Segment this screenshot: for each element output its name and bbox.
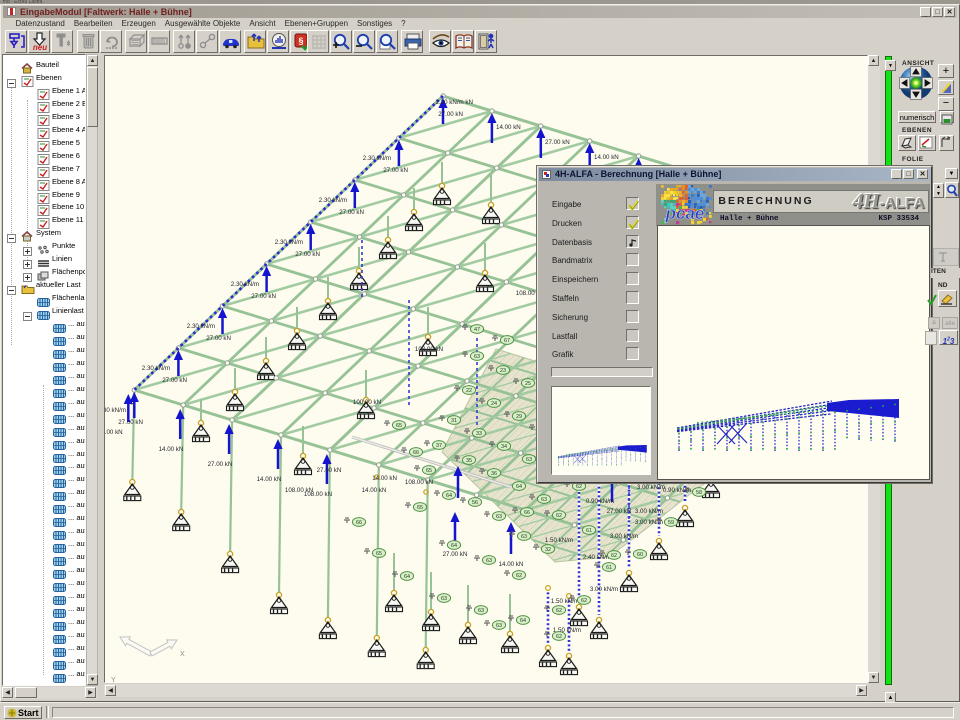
svg-text:31: 31 [451,418,457,424]
svg-text:27.00 kN: 27.00 kN [295,251,320,258]
svg-text:23: 23 [500,368,506,374]
svg-text:64: 64 [451,543,457,549]
svg-text:Y: Y [111,677,116,683]
svg-text:33: 33 [476,431,482,437]
svg-text:3.00 kN/m: 3.00 kN/m [590,586,618,593]
svg-text:108.00 kN: 108.00 kN [405,479,433,486]
svg-text:61: 61 [606,565,612,571]
svg-text:§: § [298,36,303,46]
svg-text:65: 65 [426,468,432,474]
svg-text:27.00 kN: 27.00 kN [317,467,342,474]
svg-text:64: 64 [520,618,526,624]
svg-text:7.00 kN: 7.00 kN [105,429,123,436]
svg-text:56: 56 [472,500,478,506]
svg-text:14.00 kN: 14.00 kN [159,446,184,453]
svg-text:63: 63 [478,608,484,614]
svg-text:100.00 kN: 100.00 kN [353,399,381,406]
svg-text:65: 65 [376,551,382,557]
svg-text:3.00 kN/m: 3.00 kN/m [637,484,665,491]
svg-text:62: 62 [576,484,582,490]
svg-text:0.90 kN/m: 0.90 kN/m [586,498,614,505]
svg-text:27.00 kN: 27.00 kN [438,111,463,118]
svg-text:60: 60 [637,552,643,558]
svg-text:63: 63 [496,514,502,520]
svg-text:2.30 kN/m: 2.30 kN/m [142,365,170,372]
svg-text:37: 37 [436,443,442,449]
svg-text:67: 67 [504,338,510,344]
svg-text:59: 59 [668,520,674,526]
svg-text:25: 25 [525,381,531,387]
svg-text:27.00 kN: 27.00 kN [383,167,408,174]
svg-text:14.00 kN: 14.00 kN [257,476,282,483]
svg-text:63: 63 [474,354,480,360]
svg-text:2.30 kN/m: 2.30 kN/m [275,239,303,246]
svg-text:2.30 kN/m kN: 2.30 kN/m kN [436,99,473,106]
svg-text:58: 58 [696,490,702,496]
svg-text:1.50 kN/m: 1.50 kN/m [551,598,579,605]
svg-text:pcae: pcae [665,204,705,223]
svg-text:27.00 kN: 27.00 kN [339,209,364,216]
svg-text:64: 64 [516,484,522,490]
svg-text:66: 66 [413,450,419,456]
svg-text:108.00 kN: 108.00 kN [415,346,443,353]
svg-text:neu: neu [33,43,47,51]
svg-text:63: 63 [441,596,447,602]
svg-text:62: 62 [556,513,562,519]
svg-text:2.40 kN/m: 2.40 kN/m [583,554,611,561]
svg-text:63: 63 [521,534,527,540]
svg-text:108.00 kN: 108.00 kN [285,487,313,494]
svg-text:63: 63 [486,558,492,564]
svg-text:1.50 kN/m: 1.50 kN/m [545,537,573,544]
svg-text:62: 62 [581,598,587,604]
svg-text:61: 61 [586,528,592,534]
svg-text:63: 63 [541,497,547,503]
svg-text:62: 62 [516,573,522,579]
svg-text:65: 65 [396,423,402,429]
svg-text:3.00 kN/m: 3.00 kN/m [635,508,663,515]
svg-text:62: 62 [611,553,617,559]
svg-text:66: 66 [356,520,362,526]
svg-text:2.30 kN/m: 2.30 kN/m [319,197,347,204]
svg-text:62: 62 [556,608,562,614]
svg-text:27.00 kN: 27.00 kN [607,508,632,515]
svg-text:14.00 kN: 14.00 kN [362,487,387,494]
svg-text:27.00 kN: 27.00 kN [208,461,233,468]
svg-text:2.30 kN/m: 2.30 kN/m [231,281,259,288]
svg-text:27.00 kN: 27.00 kN [206,335,231,342]
svg-text:2.30 kN/m: 2.30 kN/m [105,407,126,414]
svg-text:64: 64 [446,493,452,499]
svg-text:14.00 kN: 14.00 kN [594,154,619,161]
svg-text:32: 32 [545,547,551,553]
svg-text:14.00 kN: 14.00 kN [372,475,397,482]
svg-text:62: 62 [556,634,562,640]
svg-text:3.00 kN/m: 3.00 kN/m [610,533,638,540]
svg-text:X: X [180,651,185,658]
svg-text:36: 36 [491,471,497,477]
svg-text:27.00 kN: 27.00 kN [545,139,570,146]
svg-text:2.30 kN/m: 2.30 kN/m [363,155,391,162]
svg-text:27.00 kN: 27.00 kN [118,419,143,426]
svg-text:29: 29 [516,414,522,420]
svg-text:27.00 kN: 27.00 kN [251,293,276,300]
svg-text:64: 64 [404,574,410,580]
svg-text:35: 35 [466,458,472,464]
svg-text:34: 34 [501,444,507,450]
svg-text:63: 63 [526,457,532,463]
svg-text:14.00 kN: 14.00 kN [499,561,524,568]
svg-text:63: 63 [496,623,502,629]
svg-text:27.00 kN: 27.00 kN [443,551,468,558]
svg-text:47: 47 [474,327,480,333]
svg-text:2.30 kN/m: 2.30 kN/m [187,323,215,330]
svg-text:22: 22 [466,388,472,394]
svg-text:66: 66 [524,510,530,516]
svg-text:27.00 kN: 27.00 kN [162,377,187,384]
svg-text:65: 65 [417,505,423,511]
svg-text:24: 24 [491,401,497,407]
svg-text:14.00 kN: 14.00 kN [496,124,521,131]
